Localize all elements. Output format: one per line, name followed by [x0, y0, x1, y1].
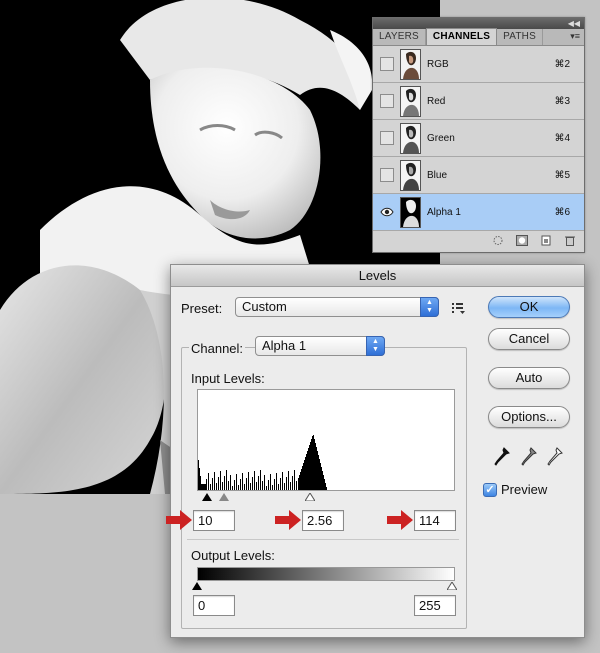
panel-menu-icon[interactable]: ▾≡ [570, 31, 580, 42]
black-point-slider[interactable] [202, 493, 212, 501]
channel-name: Alpha 1 [427, 206, 461, 218]
output-white-slider[interactable] [447, 582, 457, 590]
white-point-slider[interactable] [305, 493, 315, 501]
channel-name: RGB [427, 58, 449, 70]
channel-row-blue[interactable]: Blue ⌘5 [373, 157, 584, 194]
tab-layers[interactable]: LAYERS [373, 29, 426, 45]
panel-footer [373, 231, 584, 249]
channel-shortcut: ⌘5 [554, 169, 570, 181]
output-black-field[interactable]: 0 [193, 595, 235, 616]
preset-options-icon[interactable] [452, 302, 466, 314]
output-gradient-bar [197, 567, 455, 581]
channel-thumbnail [400, 122, 421, 154]
dialog-title[interactable]: Levels [171, 265, 584, 287]
channel-shortcut: ⌘3 [554, 95, 570, 107]
channel-shortcut: ⌘4 [554, 132, 570, 144]
channel-row-alpha-1[interactable]: Alpha 1 ⌘6 [373, 194, 584, 231]
tab-paths[interactable]: PATHS [497, 29, 543, 45]
gray-eyedropper-icon[interactable] [521, 447, 537, 467]
new-channel-icon[interactable] [540, 235, 552, 246]
divider [187, 539, 459, 540]
input-levels-label: Input Levels: [191, 371, 265, 386]
channel-row-red[interactable]: Red ⌘3 [373, 83, 584, 120]
trash-icon[interactable] [564, 235, 576, 246]
channel-value: Alpha 1 [262, 338, 307, 353]
updown-arrows-icon: ▲ ▼ [366, 336, 385, 356]
channel-row-green[interactable]: Green ⌘4 [373, 120, 584, 157]
red-arrow-icon [275, 510, 301, 530]
ok-button[interactable]: OK [488, 296, 570, 318]
channel-name: Green [427, 132, 455, 144]
levels-dialog: Levels Preset: Custom ▲ ▼ Channel: Alpha … [166, 264, 585, 638]
preset-value: Custom [242, 299, 287, 314]
tab-channels[interactable]: CHANNELS [425, 28, 498, 45]
input-gamma-field[interactable]: 2.56 [302, 510, 344, 531]
channel-name: Blue [427, 169, 448, 181]
dotted-circle-icon[interactable] [492, 235, 504, 246]
output-black-slider[interactable] [192, 582, 202, 590]
options-button[interactable]: Options... [488, 406, 570, 428]
visibility-toggle[interactable] [380, 57, 394, 71]
panel-tabs: LAYERS CHANNELS PATHS ▾≡ [373, 28, 584, 46]
channel-name: Red [427, 95, 446, 107]
output-white-field[interactable]: 255 [414, 595, 456, 616]
gamma-slider-marker[interactable] [219, 493, 229, 501]
updown-arrows-icon: ▲ ▼ [420, 297, 439, 317]
preset-label: Preset: [181, 301, 223, 316]
collapse-icon[interactable]: ◀◀ [568, 18, 580, 29]
preset-select[interactable]: Custom ▲ ▼ [235, 297, 439, 317]
input-black-field[interactable]: 10 [193, 510, 235, 531]
visibility-toggle[interactable] [380, 168, 394, 182]
cancel-button[interactable]: Cancel [488, 328, 570, 350]
input-white-field[interactable]: 114 [414, 510, 456, 531]
channel-shortcut: ⌘2 [554, 58, 570, 70]
black-eyedropper-icon[interactable] [494, 447, 510, 467]
white-eyedropper-icon[interactable] [547, 447, 563, 467]
channel-select[interactable]: Alpha 1 ▲ ▼ [255, 336, 385, 356]
channels-panel: ◀◀ LAYERS CHANNELS PATHS ▾≡ RGB ⌘2 Red ⌘… [372, 17, 585, 253]
channel-row-rgb[interactable]: RGB ⌘2 [373, 46, 584, 83]
channel-label: Channel: [189, 341, 246, 356]
output-levels-label: Output Levels: [191, 548, 275, 563]
red-arrow-icon [387, 510, 413, 530]
preview-label[interactable]: Preview [501, 482, 547, 497]
channel-shortcut: ⌘6 [554, 206, 570, 218]
channel-thumbnail [400, 159, 421, 191]
auto-button[interactable]: Auto [488, 367, 570, 389]
eye-icon[interactable] [380, 205, 394, 219]
channel-thumbnail [400, 196, 421, 228]
visibility-toggle[interactable] [380, 131, 394, 145]
red-arrow-icon [166, 510, 192, 530]
visibility-toggle[interactable] [380, 94, 394, 108]
channel-thumbnail [400, 48, 421, 80]
mask-circle-icon[interactable] [516, 234, 528, 246]
histogram [197, 389, 455, 491]
channel-thumbnail [400, 85, 421, 117]
preview-checkbox[interactable]: ✓ [483, 483, 497, 497]
